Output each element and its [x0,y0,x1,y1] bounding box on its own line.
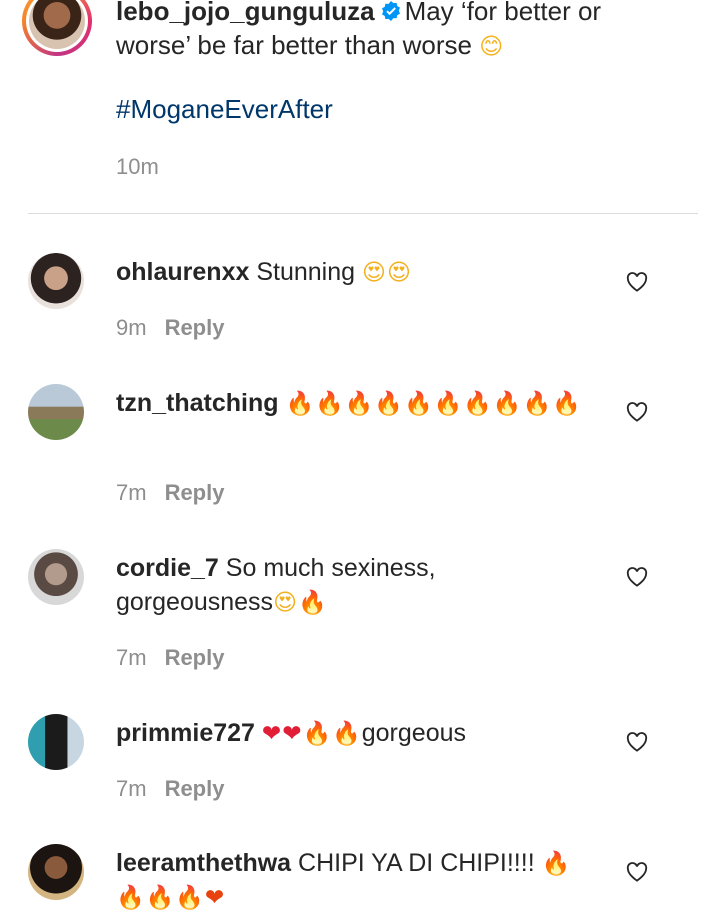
verified-badge-icon [381,1,400,21]
commenter-avatar[interactable] [28,844,84,900]
comment-time: 7m [116,645,147,670]
heart-outline-icon[interactable] [626,862,648,882]
caption-text-block: lebo_jojo_gunguluza May ‘for better or wo… [116,0,676,63]
heart-outline-icon[interactable] [626,567,648,587]
comment-emoji: 😍🔥 [273,589,328,615]
comment-time: 9m [116,315,147,340]
commenter-avatar[interactable] [28,549,84,605]
reply-button[interactable]: Reply [165,645,225,670]
reply-button[interactable]: Reply [165,315,225,340]
comment-time: 7m [116,776,147,801]
caption-author-avatar[interactable] [22,0,92,56]
comment-username[interactable]: tzn_thatching [116,389,279,417]
comment-time: 7m [116,480,147,505]
commenter-avatar[interactable] [28,384,84,440]
caption-emoji: 😊 [479,33,505,59]
comment-meta: 7m Reply [116,480,224,506]
comment-username[interactable]: ohlaurenxx [116,258,249,286]
comment-text: leeramthethwa CHIPI YA DI CHIPI!!!! 🔥🔥🔥🔥… [116,846,586,914]
heart-outline-icon[interactable] [626,402,648,422]
commenter-avatar[interactable] [28,253,84,309]
caption-timestamp: 10m [116,154,159,179]
reply-button[interactable]: Reply [165,480,225,505]
heart-outline-icon[interactable] [626,732,648,752]
post-caption: lebo_jojo_gunguluza May ‘for better or wo… [0,0,720,214]
comment-text: cordie_7 So much sexiness, gorgeousness😍… [116,551,586,619]
comment-username[interactable]: primmie727 [116,719,255,747]
caption-divider [28,213,698,214]
comment-body: CHIPI YA DI CHIPI!!!! [298,849,535,877]
comment-username[interactable]: leeramthethwa [116,849,291,877]
reply-button[interactable]: Reply [165,776,225,801]
comment-meta: 7m Reply [116,776,224,802]
caption-hashtag[interactable]: #MoganeEverAfter [116,94,333,125]
caption-username[interactable]: lebo_jojo_gunguluza [116,0,375,26]
comment-emoji: ❤❤🔥🔥 [261,720,362,746]
comment-text: ohlaurenxx Stunning 😍😍 [116,255,586,289]
comment-meta: 7m Reply [116,645,224,671]
comment-text: primmie727 ❤❤🔥🔥gorgeous [116,716,586,750]
comment-emoji: 🔥🔥🔥🔥🔥🔥🔥🔥🔥🔥 [285,390,582,416]
heart-outline-icon[interactable] [626,272,648,292]
comment-body: gorgeous [361,719,466,747]
comment-meta: 9m Reply [116,315,224,341]
commenter-avatar[interactable] [28,714,84,770]
comment-username[interactable]: cordie_7 [116,554,219,582]
comment-emoji: 😍😍 [361,259,412,285]
comment-body: Stunning [256,258,356,286]
comment-text: tzn_thatching 🔥🔥🔥🔥🔥🔥🔥🔥🔥🔥 [116,386,586,420]
